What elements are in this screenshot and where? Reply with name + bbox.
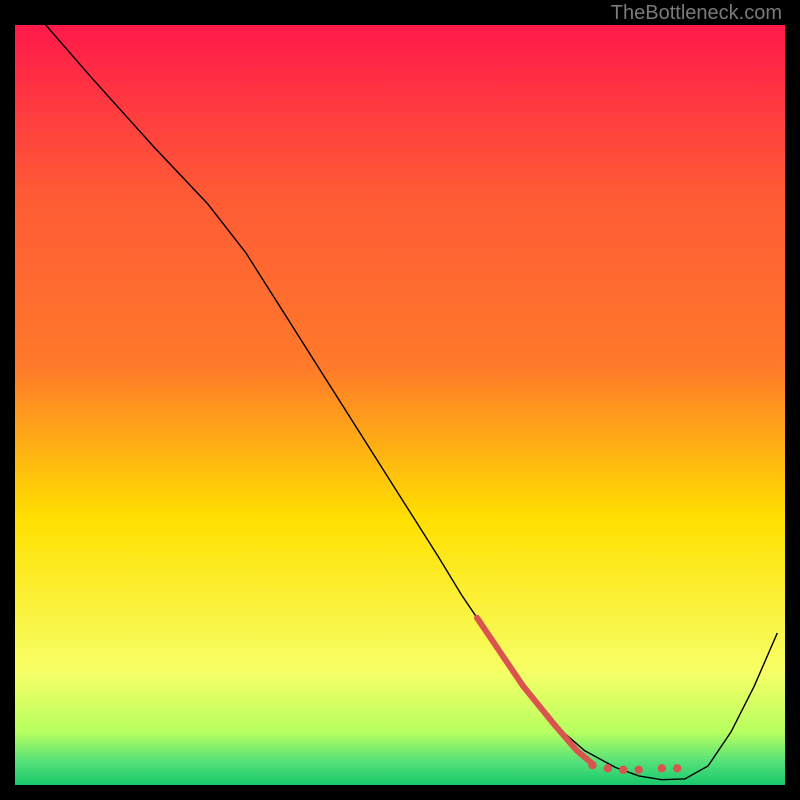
chart-plot-area — [15, 25, 785, 785]
highlight-dot — [658, 764, 666, 772]
highlight-dot — [619, 766, 627, 774]
chart-svg — [15, 25, 785, 785]
highlight-dot — [604, 764, 612, 772]
chart-background — [15, 25, 785, 785]
highlight-dot — [635, 766, 643, 774]
watermark-text: TheBottleneck.com — [611, 2, 782, 25]
highlight-dot — [673, 764, 681, 772]
highlight-dot — [588, 761, 596, 769]
